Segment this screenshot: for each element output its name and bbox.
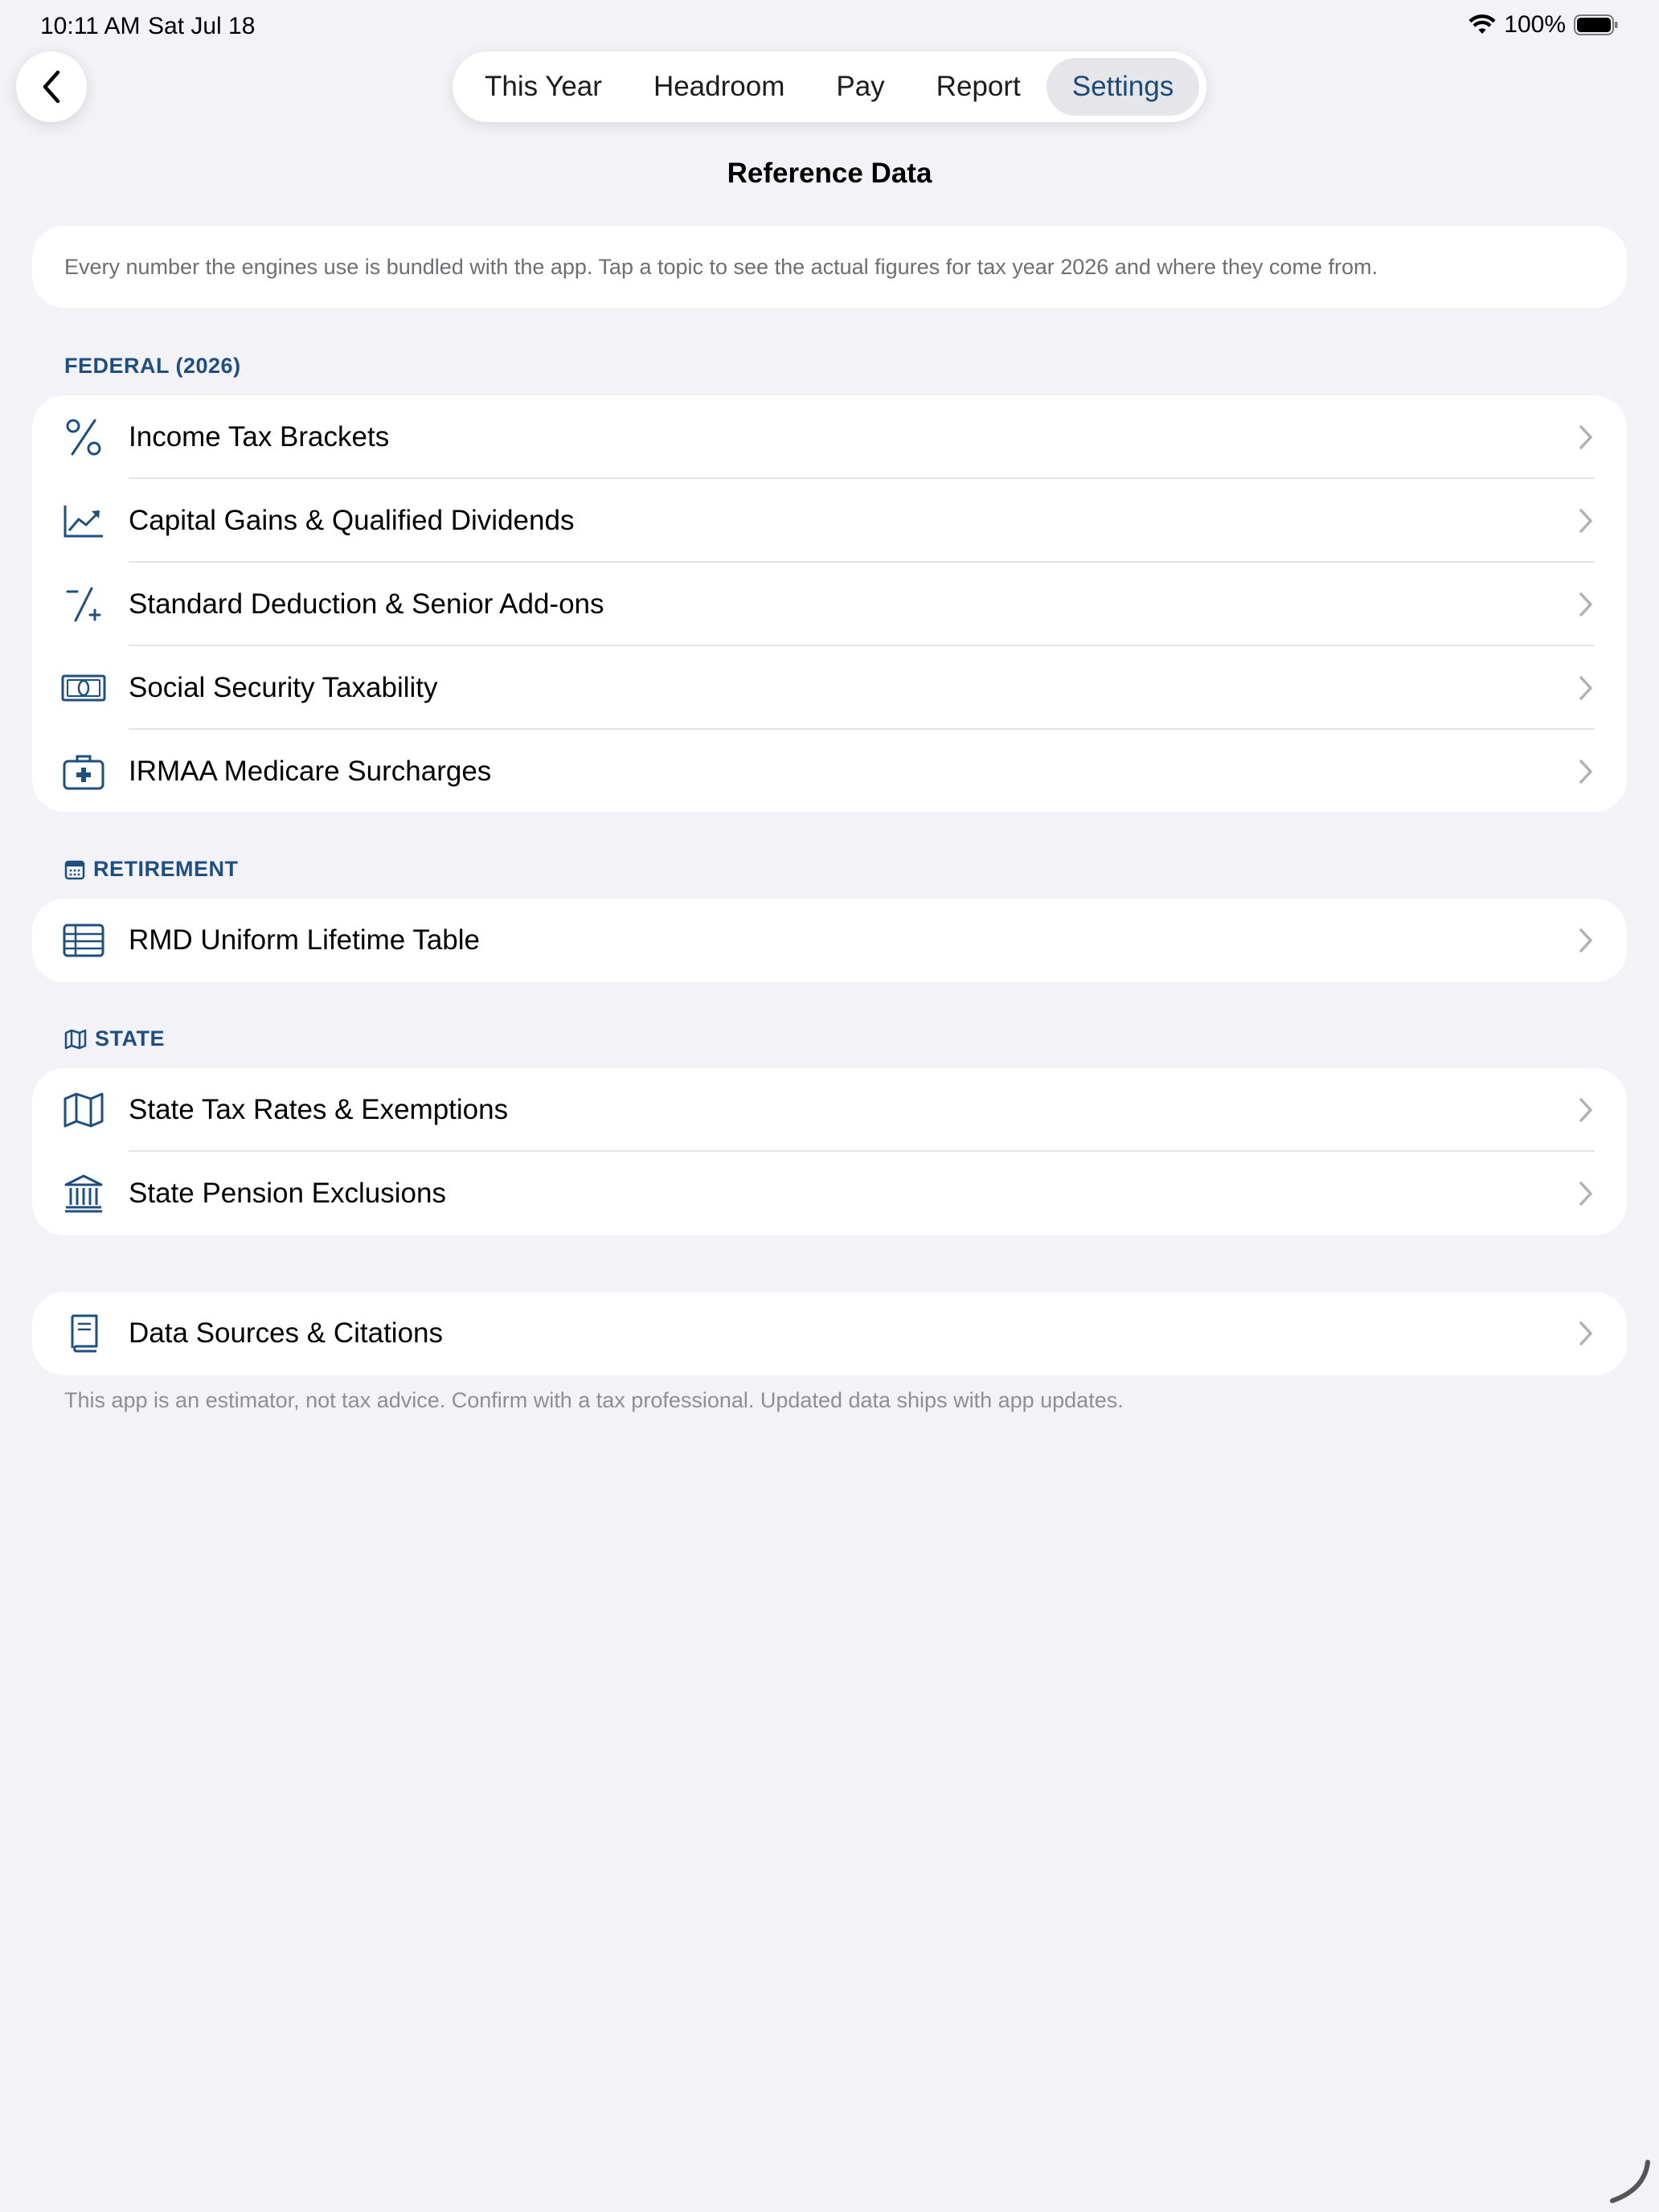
- chart-line-uptrend-icon: [61, 498, 106, 543]
- banknote-icon: [61, 666, 106, 711]
- row-label: Social Security Taxability: [129, 672, 438, 703]
- book-icon: [61, 1311, 106, 1356]
- intro-text: Every number the engines use is bundled …: [64, 254, 1378, 279]
- chevron-right-icon: [1579, 1182, 1592, 1206]
- chevron-right-icon: [1579, 1321, 1592, 1346]
- row-social-security[interactable]: Social Security Taxability: [32, 646, 1627, 730]
- section-header-state: STATE: [64, 1026, 165, 1051]
- section-header-retirement: RETIREMENT: [64, 857, 239, 882]
- row-data-sources[interactable]: Data Sources & Citations: [32, 1292, 1627, 1375]
- battery-percent: 100%: [1504, 11, 1566, 38]
- tab-settings[interactable]: Settings: [1046, 58, 1200, 116]
- chevron-right-icon: [1579, 676, 1592, 700]
- map-icon: [64, 1029, 87, 1049]
- table-icon: [61, 918, 106, 963]
- percent-icon: [61, 415, 106, 460]
- chevron-right-icon: [1579, 1098, 1592, 1122]
- row-label: Standard Deduction & Senior Add-ons: [129, 588, 604, 620]
- tab-bar: This Year Headroom Pay Report Settings: [453, 51, 1206, 122]
- status-date: Sat Jul 18: [148, 13, 256, 39]
- chevron-left-icon: [43, 70, 60, 104]
- chevron-right-icon: [1579, 509, 1592, 533]
- chevron-right-icon: [1579, 425, 1592, 449]
- section-header-federal: FEDERAL (2026): [64, 354, 241, 378]
- row-irmaa[interactable]: IRMAA Medicare Surcharges: [32, 730, 1627, 812]
- wifi-icon: [1469, 14, 1496, 35]
- state-card: State Tax Rates & Exemptions State Pensi…: [32, 1068, 1627, 1235]
- chevron-right-icon: [1579, 592, 1592, 616]
- tab-pay[interactable]: Pay: [810, 58, 910, 116]
- row-label: RMD Uniform Lifetime Table: [129, 924, 480, 956]
- row-label: State Tax Rates & Exemptions: [129, 1094, 509, 1125]
- status-bar: 10:11 AM Sat Jul 18 100%: [40, 11, 1619, 40]
- row-label: Data Sources & Citations: [129, 1317, 444, 1349]
- row-label: Capital Gains & Qualified Dividends: [129, 505, 575, 536]
- row-state-pension-exclusions[interactable]: State Pension Exclusions: [32, 1152, 1627, 1235]
- chevron-right-icon: [1579, 928, 1592, 952]
- cross-case-icon: [61, 749, 106, 794]
- row-state-tax-rates[interactable]: State Tax Rates & Exemptions: [32, 1068, 1627, 1152]
- row-capital-gains[interactable]: Capital Gains & Qualified Dividends: [32, 479, 1627, 563]
- battery-icon: [1574, 14, 1619, 35]
- tab-headroom[interactable]: Headroom: [628, 58, 810, 116]
- federal-card: Income Tax Brackets Capital Gains & Qual…: [32, 395, 1627, 812]
- intro-card: Every number the engines use is bundled …: [32, 226, 1627, 308]
- retirement-card: RMD Uniform Lifetime Table: [32, 899, 1627, 982]
- corner-gesture-icon: [1610, 2160, 1650, 2203]
- plus-minus-slash-icon: [61, 582, 106, 627]
- row-rmd-table[interactable]: RMD Uniform Lifetime Table: [32, 899, 1627, 982]
- row-label: Income Tax Brackets: [129, 421, 390, 453]
- sources-card: Data Sources & Citations: [32, 1292, 1627, 1375]
- page-title: Reference Data: [727, 158, 932, 189]
- status-indicators: 100%: [1469, 11, 1619, 39]
- back-button[interactable]: [16, 51, 87, 122]
- chevron-right-icon: [1579, 760, 1592, 784]
- status-time: 10:11 AM: [40, 13, 141, 39]
- row-label: IRMAA Medicare Surcharges: [129, 756, 492, 787]
- row-standard-deduction[interactable]: Standard Deduction & Senior Add-ons: [32, 563, 1627, 646]
- map-icon: [61, 1088, 106, 1133]
- footer-note: This app is an estimator, not tax advice…: [64, 1388, 1124, 1412]
- tab-this-year[interactable]: This Year: [459, 58, 628, 116]
- calendar-icon: [64, 860, 85, 879]
- row-label: State Pension Exclusions: [129, 1178, 446, 1209]
- reference-data-screen: 10:11 AM Sat Jul 18 100% This Year Headr…: [0, 0, 1659, 2212]
- tab-report[interactable]: Report: [911, 58, 1047, 116]
- row-income-tax-brackets[interactable]: Income Tax Brackets: [32, 395, 1627, 479]
- building-columns-icon: [61, 1171, 106, 1216]
